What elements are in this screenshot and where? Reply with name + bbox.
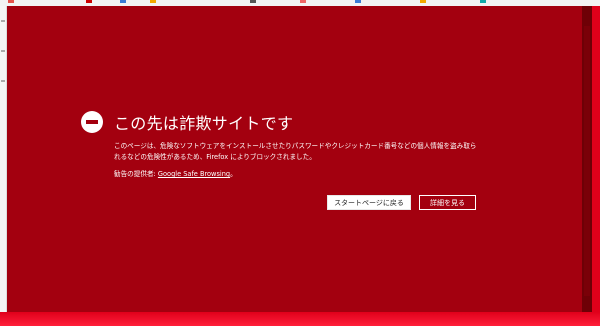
scrollbar[interactable] xyxy=(582,6,592,312)
bookmark-item[interactable] xyxy=(250,0,258,4)
bookmark-item[interactable] xyxy=(86,0,94,4)
see-details-button[interactable]: 詳細を見る xyxy=(419,195,476,210)
bookmark-item[interactable] xyxy=(480,0,488,4)
left-gutter xyxy=(0,6,7,326)
go-back-button[interactable]: スタートページに戻る xyxy=(327,195,411,210)
blocked-circle-icon xyxy=(81,111,103,133)
bookmark-item[interactable] xyxy=(150,0,158,4)
bookmark-item[interactable] xyxy=(420,0,428,4)
bookmark-item[interactable] xyxy=(300,0,308,4)
advisory-line: 勧告の提供者: Google Safe Browsing。 xyxy=(114,168,237,178)
desktop-background xyxy=(592,6,600,326)
bookmark-item[interactable] xyxy=(8,0,16,4)
advisory-suffix: 。 xyxy=(230,170,237,178)
warning-description: このページは、危険なソフトウェアをインストールさせたりパスワードやクレジットカー… xyxy=(114,142,477,161)
page-title: この先は詐欺サイトです xyxy=(114,114,294,133)
scrollbar-thumb[interactable] xyxy=(584,26,590,296)
bookmark-item[interactable] xyxy=(120,0,128,4)
bookmark-item[interactable] xyxy=(355,0,363,4)
google-safe-browsing-link[interactable]: Google Safe Browsing xyxy=(158,170,230,178)
desktop-background xyxy=(0,312,600,326)
advisory-prefix: 勧告の提供者: xyxy=(114,170,158,178)
